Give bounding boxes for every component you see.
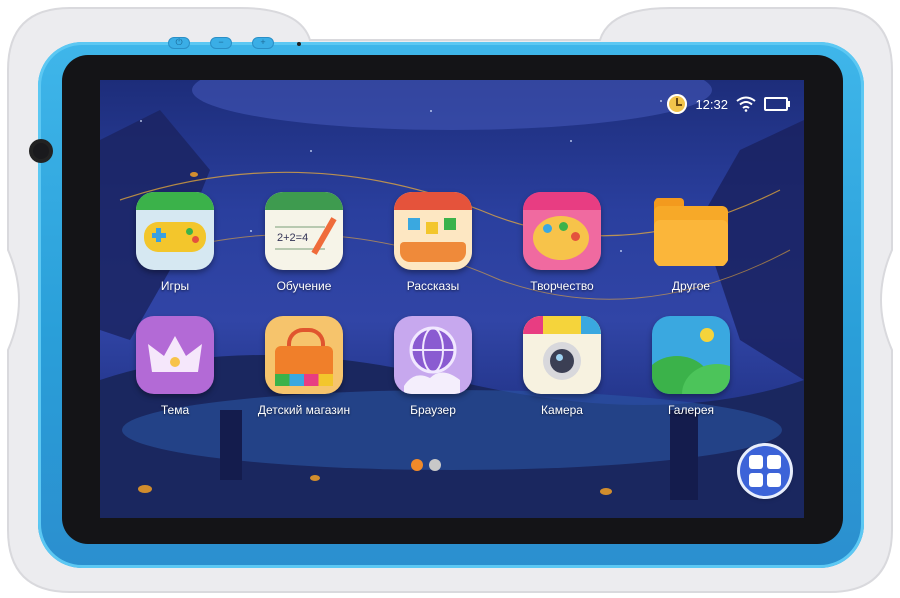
volume-down-icon[interactable]: − (210, 37, 232, 49)
sensor-dot (297, 42, 301, 46)
notebook-icon: 2+2=4 (265, 192, 343, 270)
app-label: Другое (671, 279, 711, 293)
app-label: Игры (160, 279, 190, 293)
star (660, 100, 662, 102)
app-label: Браузер (410, 403, 456, 417)
volume-up-icon[interactable]: + (252, 37, 274, 49)
app-label: Камера (541, 403, 583, 417)
front-camera (33, 143, 49, 159)
app-learning[interactable]: 2+2=4 Обучение (249, 192, 359, 293)
app-other[interactable]: Другое (636, 192, 746, 293)
app-kids-store[interactable]: Детский магазин (249, 316, 359, 417)
app-browser[interactable]: Браузер (378, 316, 488, 417)
wallpaper (100, 80, 804, 518)
app-camera[interactable]: Камера (507, 316, 617, 417)
star (310, 150, 312, 152)
star (430, 110, 432, 112)
glow-rock (190, 172, 198, 177)
shopping-bag-icon (265, 316, 343, 394)
wifi-icon (736, 96, 756, 112)
gallery-icon (652, 316, 730, 394)
palette-icon (523, 192, 601, 270)
folder-icon (652, 192, 730, 270)
app-label: Тема (160, 403, 190, 417)
app-label: Обучение (276, 279, 332, 293)
app-label: Творчество (530, 279, 594, 293)
gamepad-icon (136, 192, 214, 270)
globe-icon (394, 316, 472, 394)
glow-rock (310, 475, 320, 481)
star (140, 120, 142, 122)
battery-icon (764, 97, 790, 111)
app-grid-icon[interactable] (740, 446, 790, 496)
app-gallery[interactable]: Галерея (636, 316, 746, 417)
crown-icon (136, 316, 214, 394)
app-label: Детский магазин (257, 403, 351, 417)
camera-icon (523, 316, 601, 394)
page-dot[interactable] (429, 459, 441, 471)
page-dot-active[interactable] (411, 459, 423, 471)
storybook-icon (394, 192, 472, 270)
status-time: 12:32 (695, 96, 728, 112)
status-bar: 12:32 (667, 92, 790, 116)
app-games[interactable]: Игры (120, 192, 230, 293)
star (620, 250, 622, 252)
clock-icon (667, 94, 688, 114)
app-label: Галерея (667, 403, 715, 417)
app-stories[interactable]: Рассказы (378, 192, 488, 293)
page-indicator (411, 459, 441, 471)
home-screen: 12:32 Игры 2+2=4 Обучение Рассказы Творч… (100, 80, 804, 518)
app-theme[interactable]: Тема (120, 316, 230, 417)
app-label: Рассказы (406, 279, 460, 293)
star (570, 140, 572, 142)
glow-rock (138, 485, 152, 493)
glow-rock (600, 488, 612, 495)
app-creativity[interactable]: Творчество (507, 192, 617, 293)
power-icon[interactable]: ⏻ (168, 37, 190, 49)
